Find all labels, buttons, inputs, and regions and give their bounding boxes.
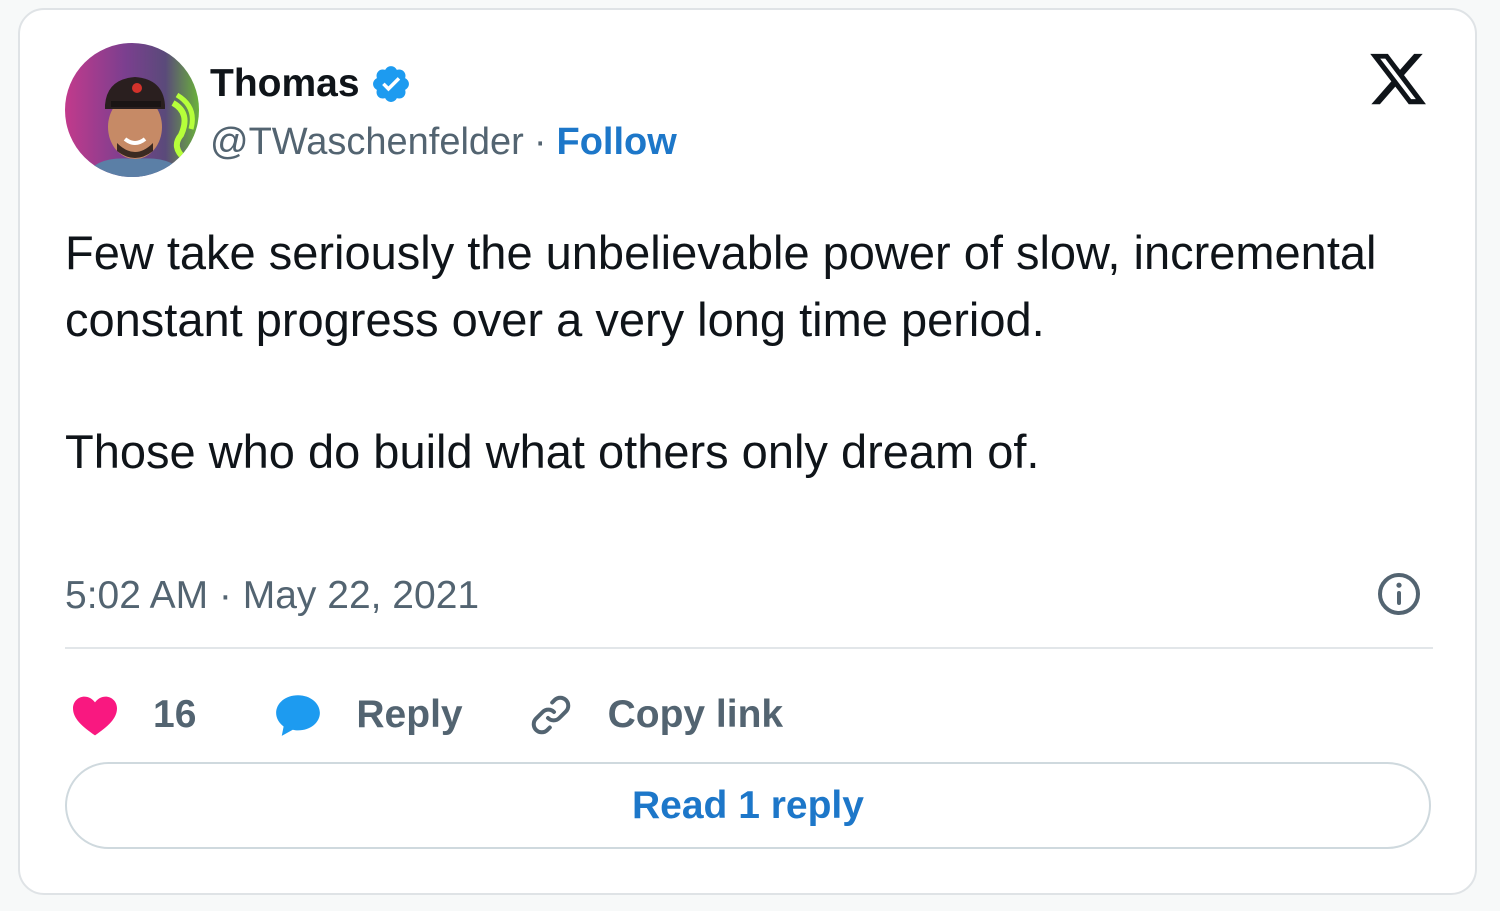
tweet-timestamp[interactable]: 5:02 AM · May 22, 2021: [65, 573, 479, 619]
x-logo-icon[interactable]: [1367, 48, 1429, 110]
copy-link-button[interactable]: Copy link: [527, 691, 784, 739]
author-handle[interactable]: @TWaschenfelder: [210, 120, 524, 164]
verified-badge-icon: [372, 66, 409, 102]
read-replies-button[interactable]: Read 1 reply: [65, 762, 1431, 849]
author-name[interactable]: Thomas: [210, 62, 360, 106]
like-count: 16: [153, 693, 197, 736]
tweet-paragraph: Few take seriously the unbelievable powe…: [65, 226, 1377, 346]
follow-button[interactable]: Follow: [557, 120, 677, 164]
tweet-embed-card: Thomas @TWaschenfelder · Follow Few take…: [18, 8, 1477, 895]
divider: [65, 647, 1433, 649]
tweet-paragraph: Those who do build what others only drea…: [65, 425, 1040, 478]
author-handle-row: @TWaschenfelder · Follow: [210, 120, 677, 164]
reply-button[interactable]: Reply: [273, 692, 463, 738]
copy-link-label: Copy link: [607, 693, 784, 736]
reply-label: Reply: [356, 693, 463, 736]
link-icon: [531, 695, 570, 735]
info-icon[interactable]: [1375, 570, 1423, 618]
author-name-row: Thomas: [210, 62, 412, 106]
avatar-image: [65, 43, 199, 177]
tweet-text: Few take seriously the unbelievable powe…: [65, 220, 1405, 486]
handle-separator: ·: [533, 121, 547, 163]
action-bar: 16 Reply Copy link: [70, 680, 783, 750]
like-button[interactable]: 16: [70, 693, 196, 737]
speech-bubble-icon: [276, 695, 321, 736]
avatar[interactable]: [65, 43, 199, 177]
heart-icon: [73, 696, 117, 736]
